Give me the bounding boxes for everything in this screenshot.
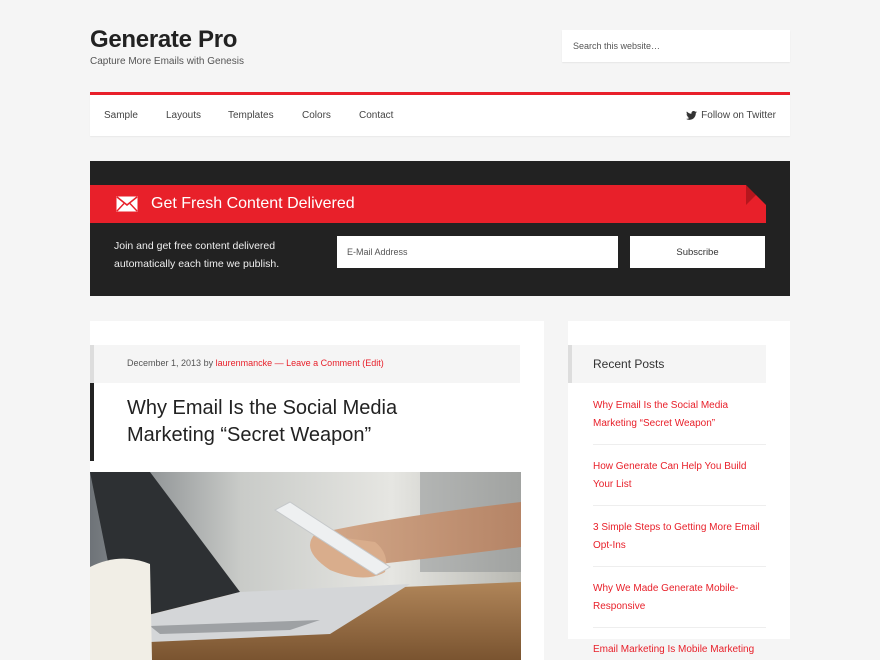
- recent-post-link[interactable]: 3 Simple Steps to Getting More Email Opt…: [593, 518, 766, 567]
- search-input[interactable]: [562, 30, 790, 62]
- nav-item-sample[interactable]: Sample: [104, 110, 138, 121]
- nav-item-templates[interactable]: Templates: [228, 110, 274, 121]
- subscribe-button[interactable]: Subscribe: [630, 236, 765, 268]
- recent-posts-list: Why Email Is the Social Media Marketing …: [593, 396, 766, 660]
- envelope-icon: [116, 196, 138, 212]
- main-content: December 1, 2013 by laurenmancke — Leave…: [90, 321, 544, 660]
- post-date: December 1, 2013: [127, 358, 202, 368]
- nav-item-contact[interactable]: Contact: [359, 110, 393, 121]
- post-author-link[interactable]: laurenmancke: [216, 358, 273, 368]
- twitter-label: Follow on Twitter: [701, 110, 776, 121]
- meta-separator: —: [274, 358, 284, 368]
- email-optin-widget: Get Fresh Content Delivered Join and get…: [90, 161, 790, 296]
- post-featured-image[interactable]: [90, 472, 521, 660]
- optin-description: Join and get free content delivered auto…: [114, 240, 280, 270]
- comments-link[interactable]: Leave a Comment: [286, 358, 360, 368]
- recent-post-link[interactable]: Why We Made Generate Mobile-Responsive: [593, 579, 766, 628]
- recent-post-link[interactable]: Why Email Is the Social Media Marketing …: [593, 396, 766, 445]
- edit-link[interactable]: (Edit): [362, 358, 384, 368]
- email-field[interactable]: [337, 236, 618, 268]
- recent-posts-title: Recent Posts: [568, 345, 766, 383]
- banner-fold-cover: [746, 185, 766, 205]
- primary-nav: Sample Layouts Templates Colors Contact …: [90, 92, 790, 136]
- post-title-block: Why Email Is the Social Media Marketing …: [90, 383, 520, 461]
- optin-banner: Get Fresh Content Delivered: [90, 185, 766, 223]
- featured-photo: [90, 472, 521, 660]
- nav-item-colors[interactable]: Colors: [302, 110, 331, 121]
- post-title[interactable]: Why Email Is the Social Media Marketing …: [127, 395, 427, 449]
- site-title[interactable]: Generate Pro: [90, 26, 237, 54]
- sidebar: Recent Posts Why Email Is the Social Med…: [568, 321, 790, 655]
- optin-title: Get Fresh Content Delivered: [151, 195, 355, 212]
- nav-item-layouts[interactable]: Layouts: [166, 110, 201, 121]
- recent-post-link[interactable]: How Generate Can Help You Build Your Lis…: [593, 457, 766, 506]
- post-by: by: [203, 358, 214, 368]
- post-meta: December 1, 2013 by laurenmancke — Leave…: [90, 345, 520, 383]
- follow-twitter-link[interactable]: Follow on Twitter: [686, 110, 776, 121]
- twitter-icon: [686, 111, 698, 120]
- site-description: Capture More Emails with Genesis: [90, 56, 244, 67]
- recent-post-link[interactable]: Email Marketing Is Mobile Marketing: [593, 640, 766, 660]
